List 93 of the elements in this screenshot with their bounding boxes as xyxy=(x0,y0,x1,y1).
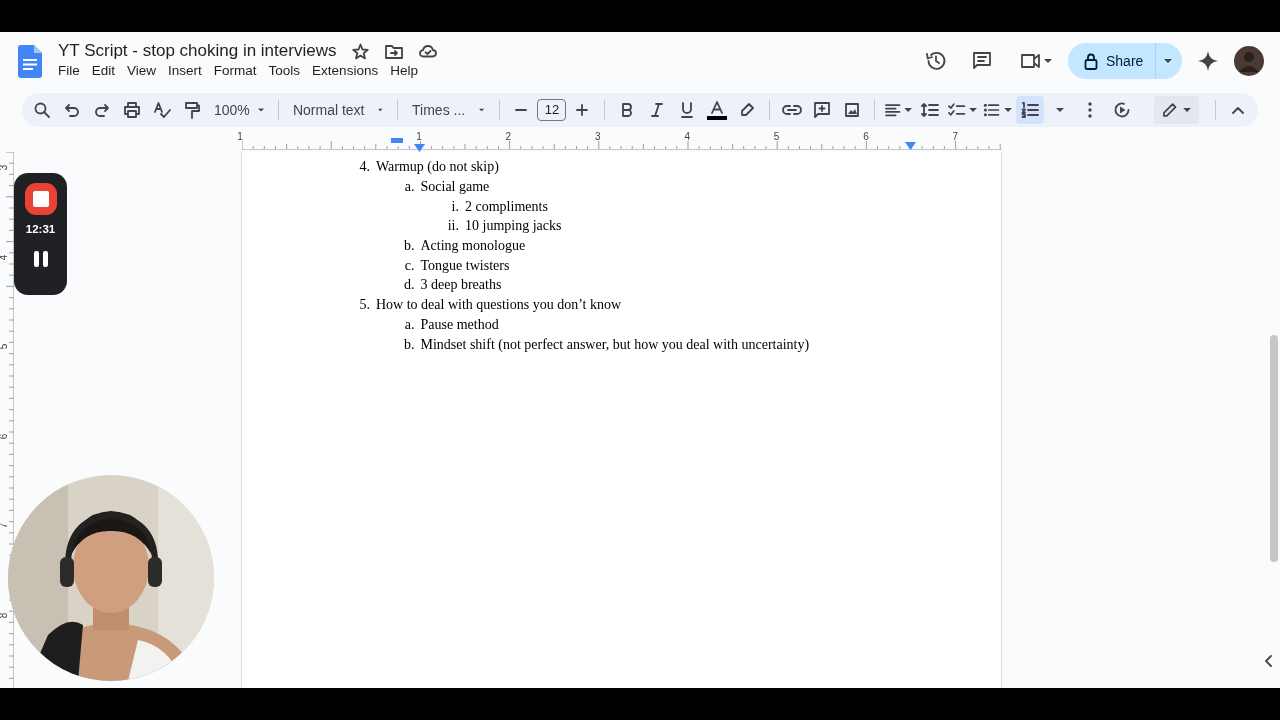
list-marker: 5. xyxy=(358,296,370,315)
list-item-text: How to deal with questions you don’t know xyxy=(376,296,622,315)
line-spacing-icon[interactable] xyxy=(921,102,940,118)
ruler-number: 5 xyxy=(773,130,780,144)
scrollbar-thumb[interactable] xyxy=(1270,335,1278,562)
list-item-text: Social game xyxy=(420,178,490,197)
search-icon[interactable] xyxy=(33,101,51,119)
chevron-left-icon[interactable] xyxy=(1264,655,1272,667)
cloud-check-icon[interactable] xyxy=(419,44,438,58)
font-dropdown[interactable]: Times ... xyxy=(406,96,491,124)
docs-logo-icon[interactable] xyxy=(18,44,42,78)
chevron-up-icon[interactable] xyxy=(1232,106,1245,114)
more-icon[interactable] xyxy=(1088,102,1093,118)
underline-icon[interactable] xyxy=(680,102,695,118)
sparkle-icon[interactable] xyxy=(1197,50,1219,72)
bulleted-list-icon[interactable] xyxy=(983,102,1013,118)
paint-format-icon[interactable] xyxy=(184,101,200,119)
history-icon[interactable] xyxy=(925,50,947,72)
ruler-number: 7 xyxy=(952,130,959,144)
document-title[interactable]: YT Script - stop choking in interviews xyxy=(58,41,337,61)
list-marker: ii. xyxy=(446,217,459,236)
list-marker: a. xyxy=(403,315,415,334)
list-item-text: Warmup (do not skip) xyxy=(376,158,499,177)
ruler-number: 4 xyxy=(684,130,690,144)
video-camera-icon[interactable] xyxy=(1020,52,1052,70)
menu-item[interactable]: File xyxy=(52,61,86,81)
redo-icon[interactable] xyxy=(94,102,110,118)
comment-icon[interactable] xyxy=(971,50,993,72)
list-item-text: Pause method xyxy=(420,315,499,334)
numbered-list-icon[interactable] xyxy=(1021,102,1040,118)
caret-icon xyxy=(378,108,384,112)
list-marker: b. xyxy=(403,335,415,354)
lock-icon xyxy=(1084,52,1098,70)
zoom-dropdown[interactable]: 100% xyxy=(208,96,270,124)
ruler-number: 4 xyxy=(0,254,11,260)
list-marker: a. xyxy=(403,178,415,197)
caret-icon xyxy=(479,108,485,112)
pause-icon[interactable] xyxy=(32,250,49,269)
font-size-field[interactable]: 12 xyxy=(537,99,567,121)
undo-icon[interactable] xyxy=(64,102,80,118)
pencil-icon[interactable] xyxy=(1162,102,1192,118)
list-marker: d. xyxy=(403,276,415,295)
ruler-number: 3 xyxy=(0,164,11,171)
menu-item[interactable]: Extensions xyxy=(306,61,385,81)
ruler-number: 6 xyxy=(0,433,11,440)
caret-icon xyxy=(1164,59,1173,63)
text-color-icon[interactable] xyxy=(707,100,728,120)
play-circle-icon[interactable] xyxy=(1113,101,1132,119)
menu-item[interactable]: View xyxy=(121,61,163,81)
list-item-text: Mindset shift (not perfect answer, but how you deal with uncertainty) xyxy=(420,335,810,354)
ruler-number: 3 xyxy=(595,130,601,144)
highlighter-icon[interactable] xyxy=(739,102,756,118)
menu-item[interactable]: Insert xyxy=(162,61,208,81)
list-item-text: 10 jumping jacks xyxy=(465,217,562,236)
ruler-number: 8 xyxy=(0,612,11,619)
caret-icon xyxy=(257,108,264,112)
menu-item[interactable]: Format xyxy=(207,61,263,81)
stop-icon[interactable] xyxy=(24,183,57,215)
ruler-number: 2 xyxy=(505,130,512,144)
menu-item[interactable]: Edit xyxy=(85,61,122,81)
plus-icon[interactable] xyxy=(576,104,589,116)
recording-timer: 12:31 xyxy=(25,222,56,237)
menu-item[interactable]: Help xyxy=(384,61,424,81)
ruler-number: 1 xyxy=(416,130,422,144)
list-marker: b. xyxy=(403,237,415,256)
list-marker: i. xyxy=(450,197,459,216)
italic-icon[interactable] xyxy=(651,103,664,117)
add-comment-icon[interactable] xyxy=(813,101,832,119)
checklist-icon[interactable] xyxy=(948,102,978,118)
align-left-icon[interactable] xyxy=(885,103,913,117)
star-icon[interactable] xyxy=(352,42,370,60)
list-item-text: Acting monologue xyxy=(420,237,526,256)
image-icon[interactable] xyxy=(844,102,861,118)
list-item-text: 3 deep breaths xyxy=(420,276,502,295)
list-marker: c. xyxy=(403,256,415,275)
folder-icon[interactable] xyxy=(385,43,404,59)
indent-marker-icon[interactable] xyxy=(391,138,403,143)
ruler-number: 6 xyxy=(863,130,869,144)
bold-icon[interactable] xyxy=(621,103,634,117)
menu-item[interactable]: Tools xyxy=(262,61,307,81)
link-icon[interactable] xyxy=(782,104,803,116)
caret-icon[interactable] xyxy=(1056,108,1065,112)
ruler-number: 1 xyxy=(237,130,243,144)
spellcheck-icon[interactable] xyxy=(153,101,171,119)
paragraph-style-dropdown[interactable]: Normal text xyxy=(286,96,390,124)
share-button[interactable]: Share xyxy=(1068,43,1182,79)
list-item-text: Tongue twisters xyxy=(420,256,510,275)
avatar-icon[interactable] xyxy=(1234,46,1264,76)
print-icon[interactable] xyxy=(123,101,141,119)
list-marker: 4. xyxy=(358,158,370,177)
ruler-number: 5 xyxy=(0,343,11,350)
ruler-number: 7 xyxy=(0,523,11,529)
list-item-text: 2 compliments xyxy=(465,197,548,216)
